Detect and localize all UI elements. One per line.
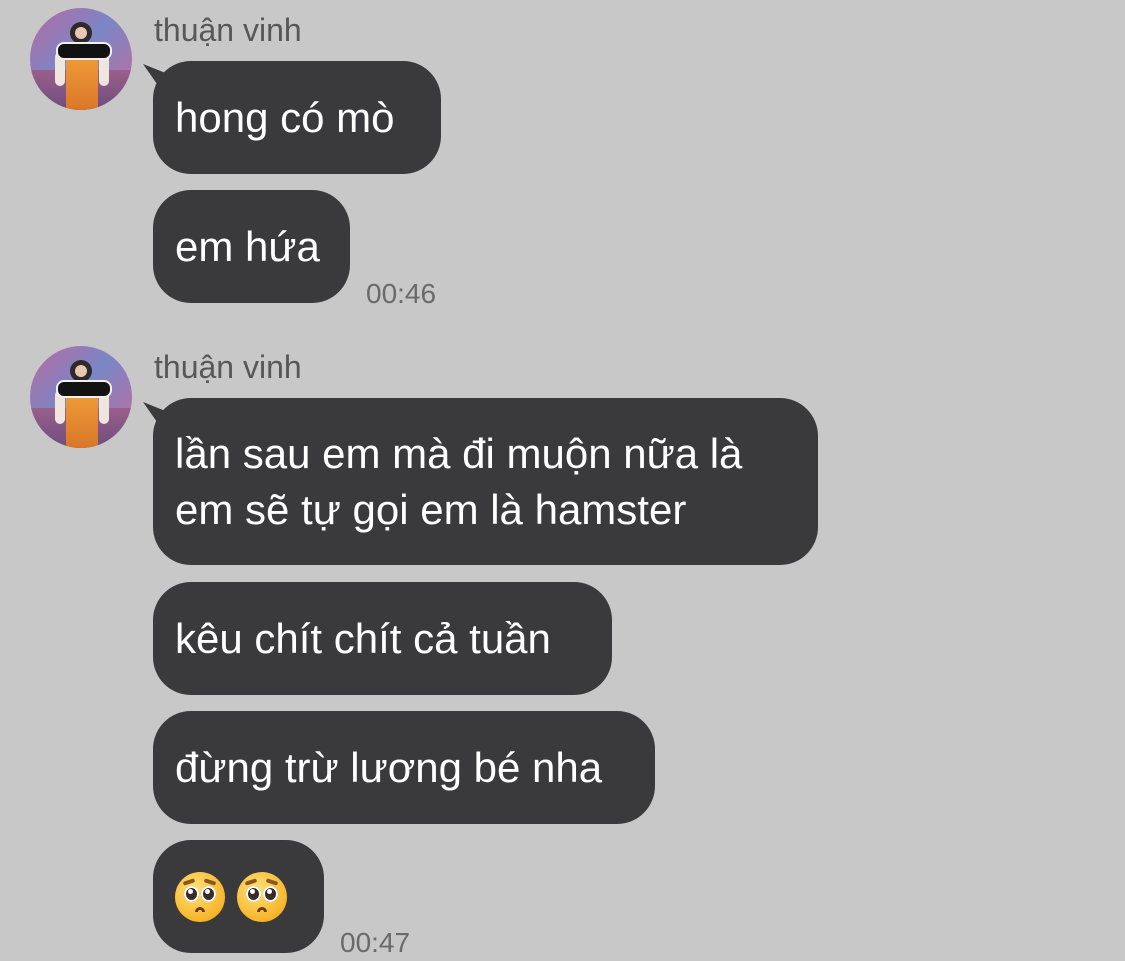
message-bubble[interactable]: em hứa [153,190,350,303]
message-text: đừng trừ lương bé nha [175,743,603,791]
avatar-face [75,27,87,39]
message-bubble[interactable]: hong có mò [153,61,441,174]
message-text: hong có mò [175,93,395,141]
avatar-face [75,365,87,377]
message-bubble[interactable]: kêu chít chít cả tuần [153,582,612,695]
avatar[interactable] [30,346,132,448]
sender-name: thuận vinh [154,349,302,385]
sender-name: thuận vinh [154,12,302,48]
message-text: em hứa [175,222,320,270]
avatar[interactable] [30,8,132,110]
message-text: kêu chít chít cả tuần [175,614,551,662]
chat-screen: { "colors": { "background": "#c8c8c8", "… [0,0,1125,961]
avatar-banner [56,380,112,398]
emoji-row [175,871,302,922]
message-text-line: lần sau em mà đi muộn nữa là [175,429,743,477]
message-bubble[interactable]: đừng trừ lương bé nha [153,711,655,824]
pleading-face-emoji [237,871,287,922]
avatar-banner [56,42,112,60]
emoji-message-bubble[interactable] [153,840,324,953]
pleading-face-emoji [175,871,225,922]
message-timestamp: 00:47 [340,927,411,958]
message-text-line: em sẽ tự gọi em là hamster [175,485,687,533]
message-bubble[interactable]: lần sau em mà đi muộn nữa là em sẽ tự gọ… [153,398,818,565]
message-timestamp: 00:46 [366,278,437,309]
